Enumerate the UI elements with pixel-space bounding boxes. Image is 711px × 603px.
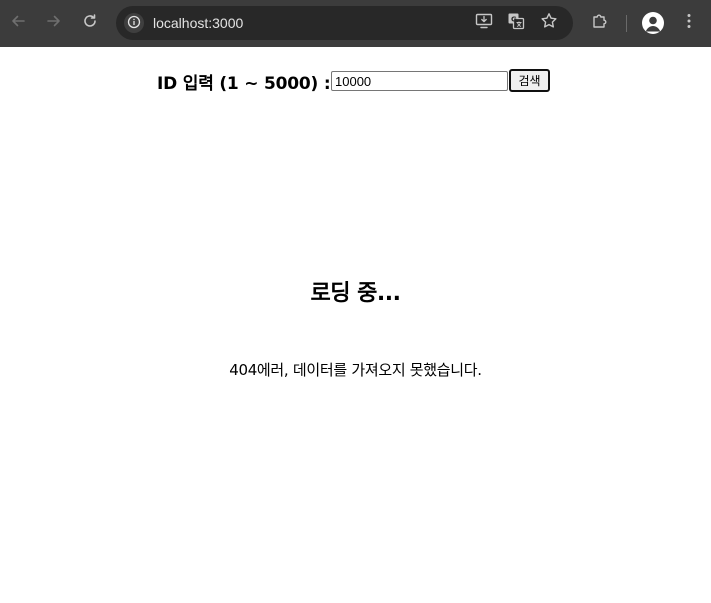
info-icon [127, 14, 141, 33]
page-content: ID 입력 (1 ~ 5000) : 검색 로딩 중... 404에러, 데이터… [0, 47, 711, 603]
arrow-right-icon [46, 13, 62, 33]
svg-text:G: G [511, 16, 517, 24]
loading-heading: 로딩 중... [310, 281, 401, 306]
reload-icon [82, 13, 98, 33]
arrow-left-icon [10, 13, 26, 33]
address-bar[interactable]: localhost:3000 G [116, 6, 573, 40]
id-input[interactable] [331, 71, 508, 91]
id-input-label: ID 입력 (1 ~ 5000) : [157, 74, 331, 94]
error-message: 404에러, 데이터를 가져오지 못했습니다. [229, 361, 482, 379]
back-button[interactable] [7, 12, 29, 34]
forward-button[interactable] [43, 12, 65, 34]
avatar-icon [642, 16, 664, 34]
search-form: ID 입력 (1 ~ 5000) : 검색 [0, 67, 711, 94]
puzzle-icon [591, 12, 609, 34]
search-button[interactable]: 검색 [509, 69, 550, 92]
browser-menu-button[interactable] [678, 12, 700, 34]
browser-toolbar: localhost:3000 G [0, 0, 711, 47]
translate-icon: G [507, 12, 525, 34]
bookmark-button[interactable] [539, 13, 559, 33]
install-app-button[interactable] [474, 13, 494, 33]
site-info-button[interactable] [124, 13, 144, 33]
url-text[interactable]: localhost:3000 [153, 14, 243, 32]
extensions-button[interactable] [589, 12, 611, 34]
toolbar-divider [626, 15, 627, 32]
install-app-icon [475, 12, 493, 34]
kebab-menu-icon [680, 12, 698, 34]
translate-button[interactable]: G [506, 13, 526, 33]
reload-button[interactable] [79, 12, 101, 34]
profile-button[interactable] [642, 12, 664, 34]
star-icon [540, 12, 558, 34]
